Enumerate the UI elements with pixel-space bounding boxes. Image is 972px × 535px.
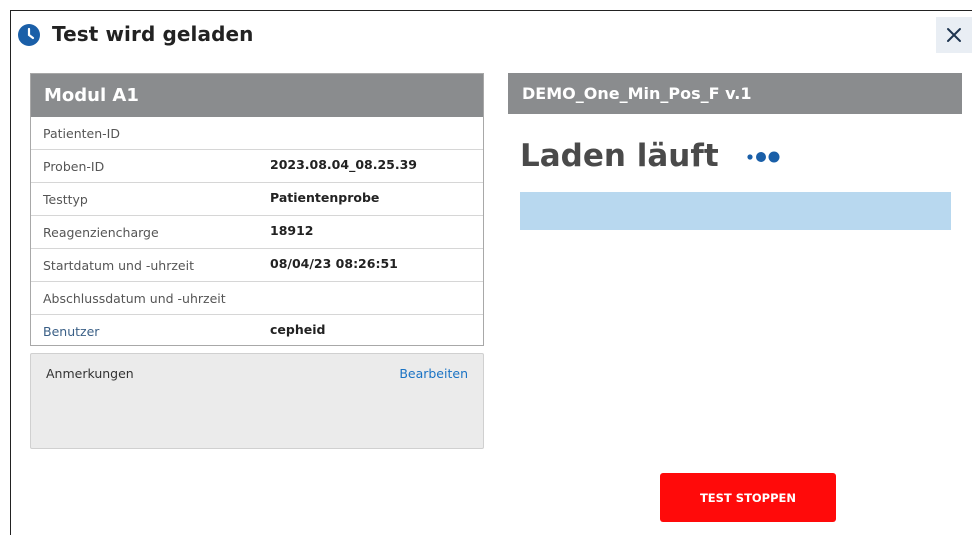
edit-notes-link[interactable]: Bearbeiten [399,366,468,381]
loading-progress-bar [520,192,951,230]
info-label: Abschlussdatum und -uhrzeit [43,291,226,306]
info-row-reagent-lot: Reagenziencharge 18912 [31,216,483,249]
notes-label: Anmerkungen [46,366,134,381]
module-info-panel: Modul A1 Patienten-ID Proben-ID 2023.08.… [30,73,484,346]
loading-status-text: Laden läuft [520,138,719,174]
info-label: Proben-ID [43,159,105,174]
info-row-start-datetime: Startdatum und -uhrzeit 08/04/23 08:26:5… [31,249,483,282]
info-row-user: Benutzer cepheid [31,315,483,347]
info-value: 2023.08.04_08.25.39 [270,157,418,172]
info-value: 18912 [270,223,314,238]
dialog-title-bar: Test wird geladen [11,11,972,61]
info-value: 08/04/23 08:26:51 [270,256,398,271]
loading-dots-icon [747,151,780,163]
info-label: Startdatum und -uhrzeit [43,258,194,273]
info-label: Testtyp [43,192,88,207]
info-row-end-datetime: Abschlussdatum und -uhrzeit [31,282,483,315]
info-label: Reagenziencharge [43,225,159,240]
dialog-title: Test wird geladen [52,22,254,46]
info-row-sample-id: Proben-ID 2023.08.04_08.25.39 [31,150,483,183]
notes-panel: Anmerkungen Bearbeiten [30,353,484,449]
info-value: cepheid [270,322,326,337]
info-value: Patientenprobe [270,190,380,205]
test-loading-dialog: Test wird geladen Modul A1 Patienten-ID … [10,10,972,535]
close-icon [947,28,961,42]
test-name-header: DEMO_One_Min_Pos_F v.1 [508,73,962,114]
info-label: Patienten-ID [43,126,120,141]
info-label: Benutzer [43,324,100,339]
close-button[interactable] [936,17,972,53]
stop-test-button[interactable]: TEST STOPPEN [660,473,836,522]
clock-icon [18,24,40,46]
info-row-test-type: Testtyp Patientenprobe [31,183,483,216]
info-row-patient-id: Patienten-ID [31,117,483,150]
module-header: Modul A1 [31,74,483,117]
